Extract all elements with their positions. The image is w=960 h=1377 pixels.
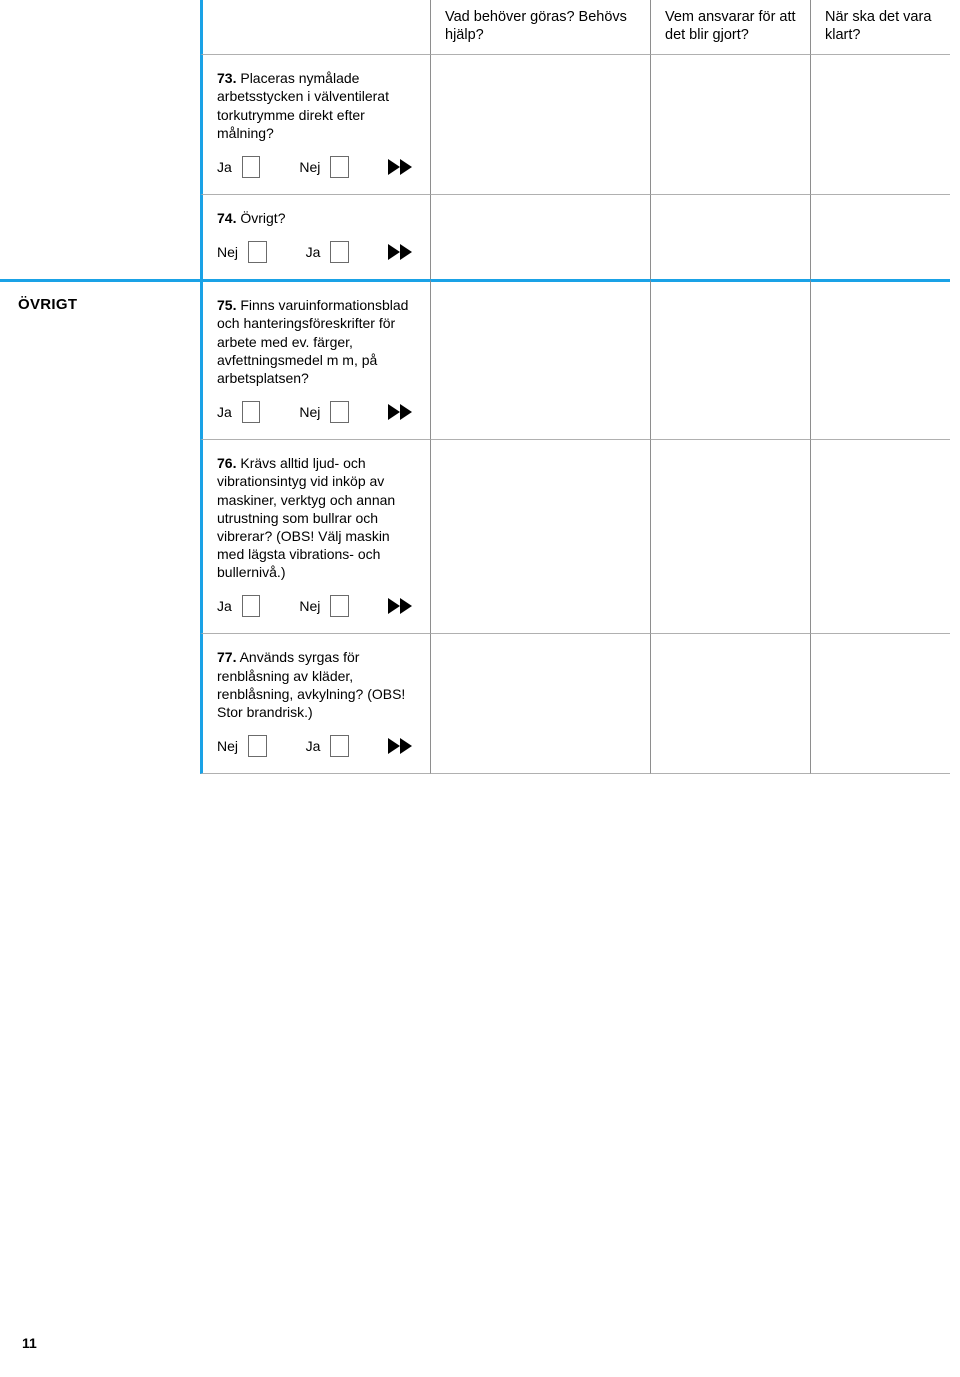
q73-nej-label: Nej	[299, 158, 320, 176]
hdr-empty-1	[0, 0, 200, 54]
q74-col-what[interactable]	[430, 194, 650, 279]
q73-col-what[interactable]	[430, 54, 650, 194]
q75-nej-checkbox[interactable]	[330, 401, 349, 423]
q74-cell: 74. Övrigt? Nej Ja	[200, 194, 430, 279]
q75-answers: Ja Nej	[217, 401, 416, 423]
double-arrow-icon	[388, 159, 416, 175]
q74-ja-label: Ja	[306, 243, 321, 261]
q74-nej-checkbox[interactable]	[248, 241, 267, 263]
q77-num: 77.	[217, 649, 236, 665]
q75-num: 75.	[217, 297, 236, 313]
q73-left-empty	[0, 54, 200, 194]
q73-ja-checkbox[interactable]	[242, 156, 261, 178]
q76-nej-label: Nej	[299, 597, 320, 615]
q77-nej-checkbox[interactable]	[248, 735, 267, 757]
page-number: 11	[22, 1335, 37, 1351]
q77-ja-checkbox[interactable]	[330, 735, 349, 757]
q76-col-when[interactable]	[810, 439, 950, 633]
header-col-who: Vem ansvarar för att det blir gjort?	[650, 0, 810, 54]
q76-nej-checkbox[interactable]	[330, 595, 349, 617]
q77-left-empty	[0, 633, 200, 774]
q75-col-who[interactable]	[650, 279, 810, 439]
q77-ja-label: Ja	[306, 737, 321, 755]
q75-col-what[interactable]	[430, 279, 650, 439]
q73-num: 73.	[217, 70, 236, 86]
q77-answers: Nej Ja	[217, 735, 416, 757]
header-question-col	[200, 0, 430, 54]
q74-text: Övrigt?	[240, 210, 285, 226]
q77-col-what[interactable]	[430, 633, 650, 774]
double-arrow-icon	[388, 244, 416, 260]
q77-nej-label: Nej	[217, 737, 238, 755]
double-arrow-icon	[388, 738, 416, 754]
q74-col-when[interactable]	[810, 194, 950, 279]
q74-answers: Nej Ja	[217, 241, 416, 263]
q76-num: 76.	[217, 455, 236, 471]
header-col-when: När ska det vara klart?	[810, 0, 950, 54]
q75-nej-label: Nej	[299, 403, 320, 421]
q74-left-empty	[0, 194, 200, 279]
header-text-what: Vad behöver göras? Behövs hjälp?	[445, 9, 627, 43]
q76-ja-checkbox[interactable]	[242, 595, 261, 617]
header-text-when: När ska det vara klart?	[825, 9, 931, 43]
q75-text: Finns varuinformationsblad och hantering…	[217, 297, 408, 386]
checklist-page: Vad behöver göras? Behövs hjälp? Vem ans…	[0, 0, 960, 1377]
q73-cell: 73. Placeras nymålade arbetsstycken i vä…	[200, 54, 430, 194]
q76-ja-label: Ja	[217, 597, 232, 615]
section-label-ovrigt: ÖVRIGT	[0, 279, 200, 439]
q77-cell: 77. Används syrgas för renblåsning av kl…	[200, 633, 430, 774]
q73-col-when[interactable]	[810, 54, 950, 194]
q73-nej-checkbox[interactable]	[330, 156, 349, 178]
q76-cell: 76. Krävs alltid ljud- och vibrationsint…	[200, 439, 430, 633]
q75-ja-label: Ja	[217, 403, 232, 421]
q75-ja-checkbox[interactable]	[242, 401, 261, 423]
q73-ja-label: Ja	[217, 158, 232, 176]
double-arrow-icon	[388, 598, 416, 614]
header-text-who: Vem ansvarar för att det blir gjort?	[665, 9, 796, 43]
checklist-grid: Vad behöver göras? Behövs hjälp? Vem ans…	[0, 0, 960, 774]
q73-col-who[interactable]	[650, 54, 810, 194]
section-label-text: ÖVRIGT	[18, 296, 77, 313]
q77-text: Används syrgas för renblåsning av kläder…	[217, 649, 405, 720]
q76-left-empty	[0, 439, 200, 633]
q76-text: Krävs alltid ljud- och vibrationsintyg v…	[217, 455, 395, 580]
q77-col-who[interactable]	[650, 633, 810, 774]
q76-col-what[interactable]	[430, 439, 650, 633]
q74-num: 74.	[217, 210, 236, 226]
q75-cell: 75. Finns varuinformationsblad och hante…	[200, 279, 430, 439]
q77-col-when[interactable]	[810, 633, 950, 774]
q76-answers: Ja Nej	[217, 595, 416, 617]
q74-nej-label: Nej	[217, 243, 238, 261]
double-arrow-icon	[388, 404, 416, 420]
q75-col-when[interactable]	[810, 279, 950, 439]
q76-col-who[interactable]	[650, 439, 810, 633]
q74-ja-checkbox[interactable]	[330, 241, 349, 263]
q73-answers: Ja Nej	[217, 156, 416, 178]
q73-text: Placeras nymålade arbetsstycken i välven…	[217, 70, 389, 141]
header-col-what: Vad behöver göras? Behövs hjälp?	[430, 0, 650, 54]
q74-col-who[interactable]	[650, 194, 810, 279]
